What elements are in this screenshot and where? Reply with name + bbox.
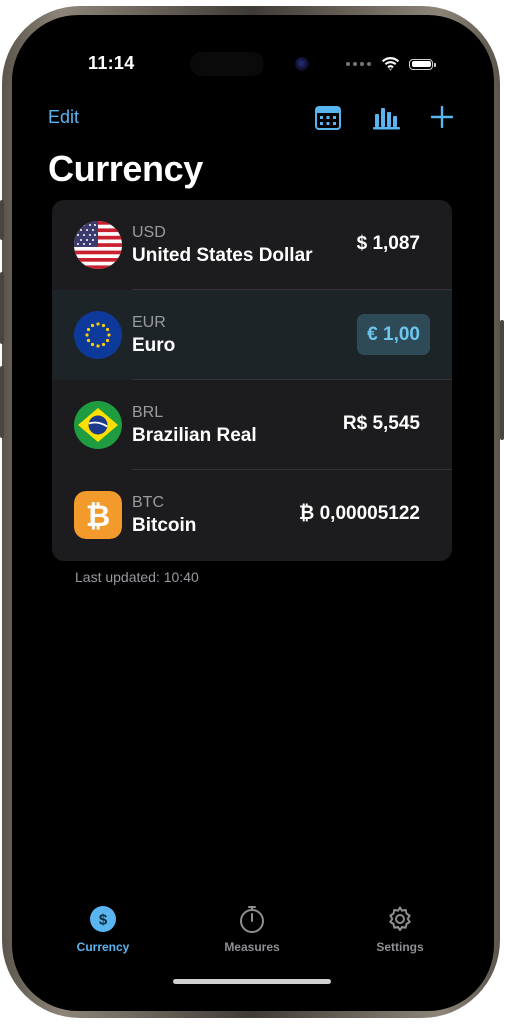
chart-bars-icon[interactable]	[373, 106, 401, 130]
eu-flag-icon	[74, 311, 122, 359]
currency-value[interactable]: R$ 5,545	[343, 413, 420, 435]
home-indicator[interactable]	[173, 979, 331, 984]
currency-row-usd[interactable]: USD United States Dollar $ 1,087	[52, 200, 452, 290]
calculator-icon[interactable]	[315, 106, 341, 130]
svg-text:₿: ₿	[86, 499, 110, 534]
br-flag-icon	[74, 401, 122, 449]
us-flag-icon	[74, 221, 122, 269]
currency-value[interactable]: $ 1,087	[357, 233, 420, 255]
page-title: Currency	[48, 148, 203, 189]
dollar-circle-icon: $	[90, 906, 116, 932]
currency-value[interactable]: ₿ 0,00005122	[299, 503, 420, 525]
currency-name: Euro	[132, 335, 176, 356]
currency-row-eur[interactable]: EUR Euro € 1,00	[52, 290, 452, 380]
currency-row-brl[interactable]: BRL Brazilian Real R$ 5,545	[52, 380, 452, 470]
tab-label: Measures	[224, 940, 280, 954]
stopwatch-icon	[240, 906, 264, 933]
side-button-volume-down	[0, 366, 4, 438]
status-time: 11:14	[88, 53, 135, 73]
tab-settings[interactable]: Settings	[340, 905, 460, 954]
svg-text:$: $	[99, 912, 108, 929]
battery-icon	[409, 58, 436, 70]
currency-code: EUR	[132, 314, 166, 331]
tab-currency[interactable]: $ Currency	[43, 905, 163, 954]
currency-name: United States Dollar	[132, 245, 313, 266]
currency-row-btc[interactable]: ₿ BTC Bitcoin ₿ 0,00005122	[52, 470, 452, 560]
currency-code: USD	[132, 224, 166, 241]
plus-icon[interactable]	[431, 106, 453, 128]
bitcoin-icon: ₿	[74, 491, 122, 539]
app-screen: 11:14 Edit Currency USD United States Do…	[12, 15, 494, 1011]
currency-name: Brazilian Real	[132, 425, 257, 446]
status-indicators	[346, 56, 436, 72]
currency-name: Bitcoin	[132, 515, 197, 536]
tab-measures[interactable]: Measures	[192, 905, 312, 954]
side-button-action	[0, 200, 4, 240]
currency-list: USD United States Dollar $ 1,087 EUR Eur…	[52, 200, 452, 561]
edit-button[interactable]: Edit	[48, 107, 79, 128]
last-updated-label: Last updated: 10:40	[75, 569, 199, 585]
currency-code: BRL	[132, 404, 164, 421]
tab-label: Settings	[376, 940, 424, 954]
side-button-volume-up	[0, 272, 4, 344]
currency-code: BTC	[132, 494, 164, 511]
signal-dots-icon	[346, 62, 371, 66]
currency-value-input[interactable]: € 1,00	[357, 314, 430, 355]
tab-label: Currency	[76, 940, 130, 954]
dynamic-island	[190, 52, 264, 76]
gear-icon	[389, 906, 411, 932]
wifi-icon	[381, 57, 400, 71]
camera-icon	[295, 57, 309, 71]
side-button-power	[500, 320, 504, 440]
